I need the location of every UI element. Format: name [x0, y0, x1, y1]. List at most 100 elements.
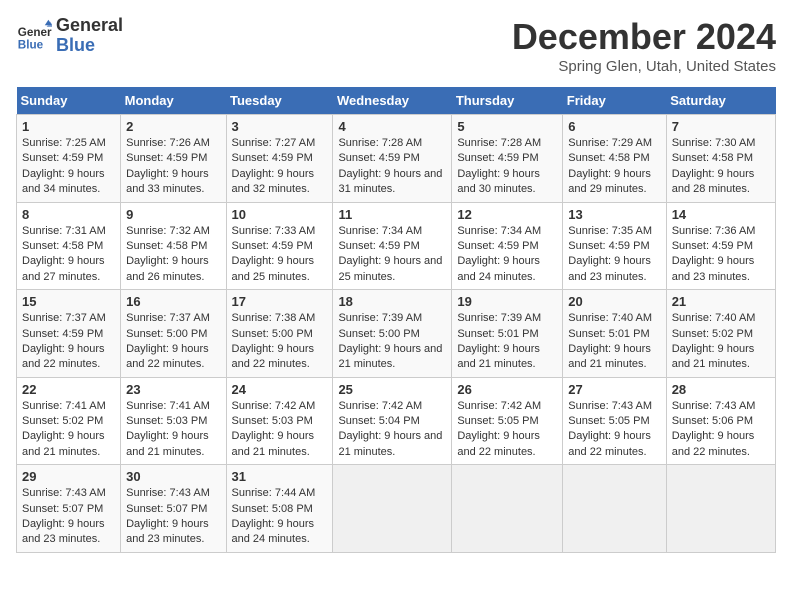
day-number: 12	[457, 207, 557, 222]
logo: General Blue General Blue	[16, 16, 123, 56]
day-info: Sunrise: 7:44 AM Sunset: 5:08 PM Dayligh…	[232, 486, 328, 548]
calendar-cell: 31 Sunrise: 7:44 AM Sunset: 5:08 PM Dayl…	[226, 465, 333, 553]
daylight-label: Daylight: 9 hours and 28 minutes.	[672, 168, 755, 195]
calendar-cell: 5 Sunrise: 7:28 AM Sunset: 4:59 PM Dayli…	[452, 115, 563, 203]
daylight-label: Daylight: 9 hours and 22 minutes.	[568, 430, 651, 457]
calendar-cell: 6 Sunrise: 7:29 AM Sunset: 4:58 PM Dayli…	[563, 115, 666, 203]
daylight-label: Daylight: 9 hours and 31 minutes.	[338, 168, 442, 195]
daylight-label: Daylight: 9 hours and 21 minutes.	[22, 430, 105, 457]
calendar-body: 1 Sunrise: 7:25 AM Sunset: 4:59 PM Dayli…	[17, 115, 776, 553]
sunrise-label: Sunrise: 7:43 AM	[568, 400, 652, 412]
calendar-header: Sunday Monday Tuesday Wednesday Thursday…	[17, 87, 776, 115]
day-info: Sunrise: 7:40 AM Sunset: 5:02 PM Dayligh…	[672, 311, 770, 373]
sunset-label: Sunset: 4:58 PM	[672, 152, 753, 164]
day-info: Sunrise: 7:26 AM Sunset: 4:59 PM Dayligh…	[126, 136, 220, 198]
sunset-label: Sunset: 5:04 PM	[338, 415, 419, 427]
sunrise-label: Sunrise: 7:36 AM	[672, 225, 756, 237]
calendar-cell: 12 Sunrise: 7:34 AM Sunset: 4:59 PM Dayl…	[452, 202, 563, 290]
day-info: Sunrise: 7:42 AM Sunset: 5:03 PM Dayligh…	[232, 399, 328, 461]
day-number: 13	[568, 207, 660, 222]
calendar-cell	[452, 465, 563, 553]
sunrise-label: Sunrise: 7:37 AM	[22, 312, 106, 324]
calendar-cell: 28 Sunrise: 7:43 AM Sunset: 5:06 PM Dayl…	[666, 377, 775, 465]
day-info: Sunrise: 7:43 AM Sunset: 5:06 PM Dayligh…	[672, 399, 770, 461]
calendar-cell	[666, 465, 775, 553]
sunset-label: Sunset: 5:00 PM	[338, 328, 419, 340]
sunrise-label: Sunrise: 7:34 AM	[457, 225, 541, 237]
sunrise-label: Sunrise: 7:42 AM	[457, 400, 541, 412]
calendar-cell: 24 Sunrise: 7:42 AM Sunset: 5:03 PM Dayl…	[226, 377, 333, 465]
sunset-label: Sunset: 5:05 PM	[457, 415, 538, 427]
page-title: December 2024	[512, 16, 776, 58]
sunrise-label: Sunrise: 7:34 AM	[338, 225, 422, 237]
sunrise-label: Sunrise: 7:44 AM	[232, 487, 316, 499]
sunset-label: Sunset: 4:59 PM	[22, 152, 103, 164]
day-info: Sunrise: 7:43 AM Sunset: 5:07 PM Dayligh…	[126, 486, 220, 548]
calendar-cell	[333, 465, 452, 553]
daylight-label: Daylight: 9 hours and 29 minutes.	[568, 168, 651, 195]
day-info: Sunrise: 7:31 AM Sunset: 4:58 PM Dayligh…	[22, 224, 115, 286]
calendar-cell: 18 Sunrise: 7:39 AM Sunset: 5:00 PM Dayl…	[333, 290, 452, 378]
day-info: Sunrise: 7:39 AM Sunset: 5:00 PM Dayligh…	[338, 311, 446, 373]
calendar-cell: 30 Sunrise: 7:43 AM Sunset: 5:07 PM Dayl…	[121, 465, 226, 553]
sunset-label: Sunset: 5:01 PM	[568, 328, 649, 340]
page-header: General Blue General Blue December 2024 …	[16, 16, 776, 75]
sunset-label: Sunset: 4:58 PM	[22, 240, 103, 252]
day-number: 26	[457, 382, 557, 397]
day-info: Sunrise: 7:25 AM Sunset: 4:59 PM Dayligh…	[22, 136, 115, 198]
day-info: Sunrise: 7:42 AM Sunset: 5:04 PM Dayligh…	[338, 399, 446, 461]
daylight-label: Daylight: 9 hours and 32 minutes.	[232, 168, 315, 195]
daylight-label: Daylight: 9 hours and 21 minutes.	[232, 430, 315, 457]
day-info: Sunrise: 7:35 AM Sunset: 4:59 PM Dayligh…	[568, 224, 660, 286]
day-number: 29	[22, 469, 115, 484]
sunset-label: Sunset: 5:00 PM	[232, 328, 313, 340]
svg-text:Blue: Blue	[18, 38, 44, 51]
day-info: Sunrise: 7:29 AM Sunset: 4:58 PM Dayligh…	[568, 136, 660, 198]
sunrise-label: Sunrise: 7:25 AM	[22, 137, 106, 149]
sunset-label: Sunset: 4:59 PM	[338, 240, 419, 252]
page-subtitle: Spring Glen, Utah, United States	[512, 58, 776, 75]
calendar-cell: 29 Sunrise: 7:43 AM Sunset: 5:07 PM Dayl…	[17, 465, 121, 553]
sunrise-label: Sunrise: 7:40 AM	[672, 312, 756, 324]
col-saturday: Saturday	[666, 87, 775, 115]
calendar-cell	[563, 465, 666, 553]
day-number: 8	[22, 207, 115, 222]
day-number: 24	[232, 382, 328, 397]
calendar-cell: 3 Sunrise: 7:27 AM Sunset: 4:59 PM Dayli…	[226, 115, 333, 203]
day-number: 28	[672, 382, 770, 397]
sunset-label: Sunset: 5:08 PM	[232, 503, 313, 515]
daylight-label: Daylight: 9 hours and 22 minutes.	[457, 430, 540, 457]
day-number: 15	[22, 294, 115, 309]
sunrise-label: Sunrise: 7:41 AM	[126, 400, 210, 412]
calendar-cell: 7 Sunrise: 7:30 AM Sunset: 4:58 PM Dayli…	[666, 115, 775, 203]
day-info: Sunrise: 7:43 AM Sunset: 5:05 PM Dayligh…	[568, 399, 660, 461]
sunrise-label: Sunrise: 7:27 AM	[232, 137, 316, 149]
day-number: 21	[672, 294, 770, 309]
calendar-cell: 17 Sunrise: 7:38 AM Sunset: 5:00 PM Dayl…	[226, 290, 333, 378]
col-friday: Friday	[563, 87, 666, 115]
day-number: 27	[568, 382, 660, 397]
day-info: Sunrise: 7:28 AM Sunset: 4:59 PM Dayligh…	[457, 136, 557, 198]
calendar-cell: 23 Sunrise: 7:41 AM Sunset: 5:03 PM Dayl…	[121, 377, 226, 465]
daylight-label: Daylight: 9 hours and 22 minutes.	[672, 430, 755, 457]
svg-text:General: General	[18, 26, 52, 39]
daylight-label: Daylight: 9 hours and 22 minutes.	[22, 343, 105, 370]
calendar-week-2: 8 Sunrise: 7:31 AM Sunset: 4:58 PM Dayli…	[17, 202, 776, 290]
day-number: 9	[126, 207, 220, 222]
calendar-cell: 14 Sunrise: 7:36 AM Sunset: 4:59 PM Dayl…	[666, 202, 775, 290]
logo-icon: General Blue	[16, 18, 52, 54]
sunrise-label: Sunrise: 7:28 AM	[338, 137, 422, 149]
day-info: Sunrise: 7:41 AM Sunset: 5:03 PM Dayligh…	[126, 399, 220, 461]
daylight-label: Daylight: 9 hours and 21 minutes.	[338, 430, 442, 457]
day-info: Sunrise: 7:37 AM Sunset: 5:00 PM Dayligh…	[126, 311, 220, 373]
calendar-cell: 19 Sunrise: 7:39 AM Sunset: 5:01 PM Dayl…	[452, 290, 563, 378]
day-number: 14	[672, 207, 770, 222]
sunrise-label: Sunrise: 7:30 AM	[672, 137, 756, 149]
calendar-cell: 9 Sunrise: 7:32 AM Sunset: 4:58 PM Dayli…	[121, 202, 226, 290]
calendar-cell: 13 Sunrise: 7:35 AM Sunset: 4:59 PM Dayl…	[563, 202, 666, 290]
day-number: 7	[672, 119, 770, 134]
daylight-label: Daylight: 9 hours and 21 minutes.	[672, 343, 755, 370]
calendar-cell: 1 Sunrise: 7:25 AM Sunset: 4:59 PM Dayli…	[17, 115, 121, 203]
day-number: 25	[338, 382, 446, 397]
calendar-week-3: 15 Sunrise: 7:37 AM Sunset: 4:59 PM Dayl…	[17, 290, 776, 378]
